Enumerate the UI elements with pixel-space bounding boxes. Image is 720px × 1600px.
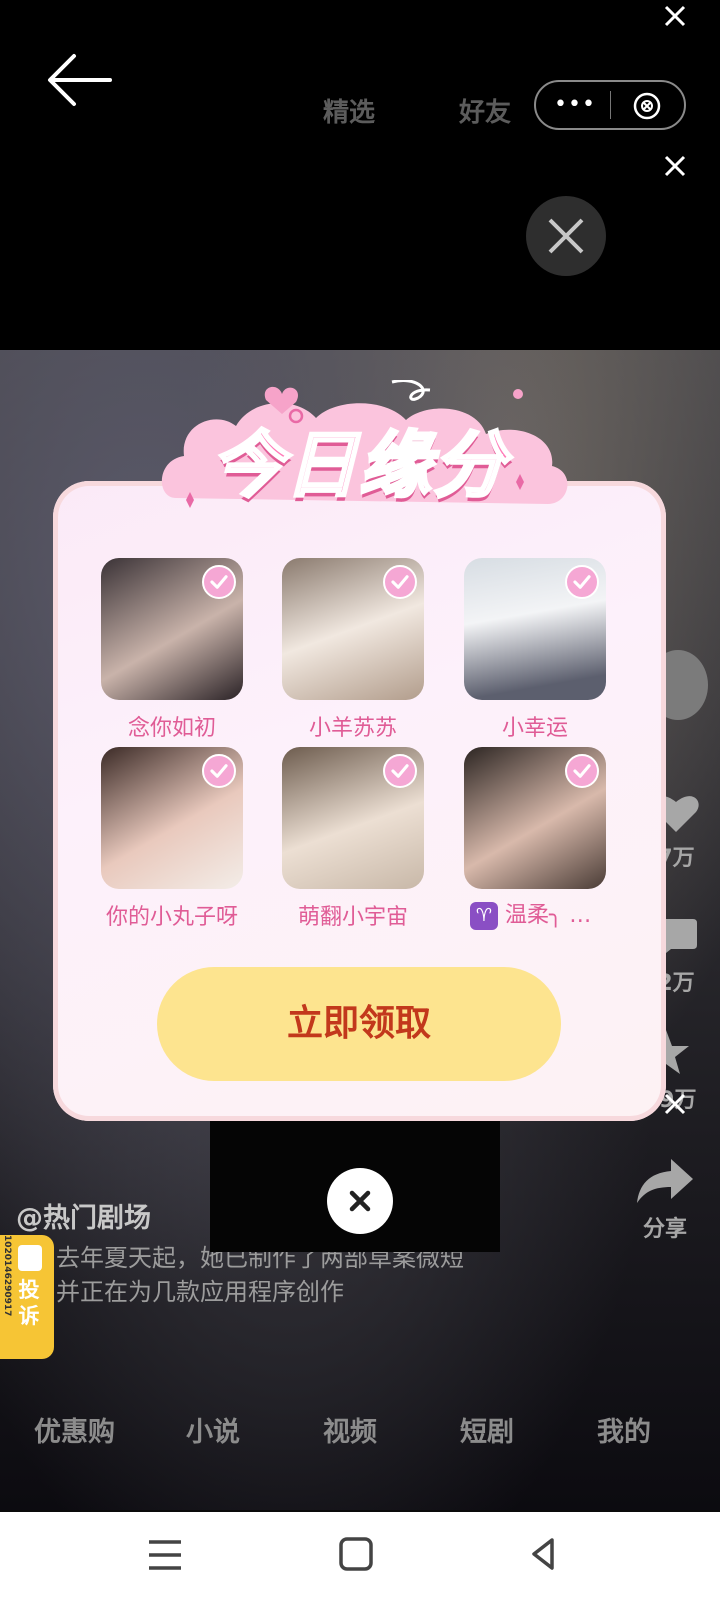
more-button[interactable]: ••• <box>554 92 595 118</box>
check-icon <box>383 754 417 788</box>
share-label: 分享 <box>642 1217 687 1242</box>
ad-close-button[interactable] <box>526 196 606 276</box>
close-icon[interactable] <box>661 152 689 180</box>
claim-now-button[interactable]: 立即领取 <box>157 967 561 1081</box>
tab-friends[interactable]: 好友 <box>459 92 511 129</box>
tab-featured[interactable]: 精选 <box>323 92 375 129</box>
mini-program-capsule: ••• <box>534 80 686 130</box>
close-icon <box>548 218 584 254</box>
system-navigation-bar <box>0 1512 720 1600</box>
home-square-icon[interactable] <box>338 1536 374 1572</box>
close-icon[interactable] <box>661 1090 689 1118</box>
share-icon <box>637 1159 693 1203</box>
profile-name-row: ♈ 温柔╮ … <box>470 897 610 930</box>
bottom-tab-bar: 优惠购 小说 视频 短剧 我的 <box>0 1396 720 1456</box>
tab-videos[interactable]: 视频 <box>323 1410 377 1449</box>
check-icon <box>383 565 417 599</box>
report-label: 投诉 <box>18 1278 40 1328</box>
check-icon <box>565 565 599 599</box>
report-button[interactable]: 1020146290917 投诉 <box>0 1235 54 1359</box>
check-icon <box>202 754 236 788</box>
profile-name: 念你如初 <box>127 716 216 741</box>
zodiac-aries-icon: ♈ <box>470 902 498 930</box>
profile-name: 萌翻小宇宙 <box>297 905 408 930</box>
tab-short-dramas[interactable]: 短剧 <box>460 1410 514 1449</box>
menu-icon[interactable] <box>147 1538 183 1572</box>
profile-name: 温柔╮ … <box>505 903 592 928</box>
profile-name: 你的小丸子呀 <box>105 905 238 930</box>
tab-deals[interactable]: 优惠购 <box>34 1410 115 1449</box>
share-button[interactable]: 分享 <box>630 1155 700 1243</box>
check-icon <box>202 565 236 599</box>
check-icon <box>565 754 599 788</box>
close-icon[interactable] <box>661 2 689 30</box>
capsule-divider <box>610 91 611 119</box>
tab-novels[interactable]: 小说 <box>186 1410 240 1449</box>
document-icon <box>18 1245 42 1271</box>
close-circle-icon[interactable] <box>632 91 662 121</box>
profile-name: 小羊苏苏 <box>308 716 397 741</box>
back-triangle-icon[interactable] <box>528 1536 558 1572</box>
author-handle[interactable]: @热门剧场 <box>16 1196 151 1235</box>
tab-mine[interactable]: 我的 <box>597 1410 651 1449</box>
back-arrow-icon[interactable] <box>40 40 120 120</box>
video-description-line2: 并正在为几款应用程序创作 <box>56 1278 344 1306</box>
profile-name: 小幸运 <box>501 716 568 741</box>
popup-title: 今日缘分 <box>209 422 507 509</box>
popup-close-button[interactable] <box>327 1168 393 1234</box>
close-icon <box>349 1190 371 1212</box>
report-id: 1020146290917 <box>2 1235 12 1317</box>
